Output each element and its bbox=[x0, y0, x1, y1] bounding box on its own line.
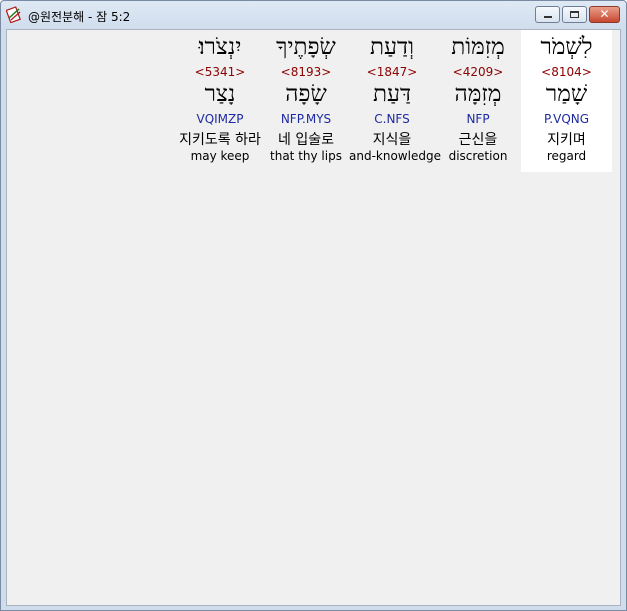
hebrew-lemma: שָׂפָה bbox=[285, 81, 327, 107]
maximize-button[interactable] bbox=[562, 6, 587, 23]
english-gloss: regard bbox=[546, 149, 587, 163]
korean-gloss: 네 입술로 bbox=[278, 132, 334, 148]
hebrew-word: יִנְצֹרוּ׃ bbox=[198, 34, 242, 60]
hebrew-word: מְזִמּוֹת bbox=[451, 34, 505, 60]
hebrew-word: וְדַעַת bbox=[370, 34, 414, 60]
application-window: @원전분해 - 잠 5:2 ✕ יִנְצֹרוּ׃ <5341> נָצַר … bbox=[0, 0, 627, 611]
morphology-code: NFP bbox=[466, 112, 490, 126]
hebrew-lemma: נָצַר bbox=[204, 81, 236, 107]
morphology-code: P.VQNG bbox=[543, 112, 590, 126]
window-title: @원전분해 - 잠 5:2 bbox=[28, 10, 131, 24]
hebrew-word: שְׂפָתֶיךָ bbox=[276, 34, 336, 60]
korean-gloss: 지키도록 하라 bbox=[179, 132, 261, 148]
hebrew-lemma: דַּעַת bbox=[372, 81, 412, 107]
korean-gloss: 근신을 bbox=[458, 132, 498, 148]
strong-number[interactable]: <5341> bbox=[177, 65, 263, 79]
morphology-code: NFP.MYS bbox=[280, 112, 332, 126]
hebrew-word: לִשְׁמֹר bbox=[540, 34, 593, 60]
strong-number[interactable]: <4209> bbox=[435, 65, 521, 79]
minimize-icon bbox=[544, 16, 552, 18]
hebrew-lemma: מְזִמָּה bbox=[454, 81, 502, 107]
close-icon: ✕ bbox=[599, 7, 610, 21]
window-controls: ✕ bbox=[535, 6, 620, 24]
english-gloss: and-knowledge bbox=[349, 149, 441, 163]
close-button[interactable]: ✕ bbox=[589, 6, 620, 23]
word-column-selected[interactable]: לִשְׁמֹר <8104> שָׁמַר P.VQNG 지키며 regard bbox=[521, 30, 612, 172]
strong-number[interactable]: <1847> bbox=[349, 65, 435, 79]
strong-number[interactable]: <8104> bbox=[521, 65, 612, 79]
bible-tool-icon[interactable] bbox=[6, 6, 23, 23]
word-column[interactable]: מְזִמּוֹת <4209> מְזִמָּה NFP 근신을 discre… bbox=[435, 30, 521, 172]
morphology-code: VQIMZP bbox=[196, 112, 244, 126]
maximize-icon bbox=[570, 11, 579, 18]
english-gloss: discretion bbox=[448, 149, 508, 163]
minimize-button[interactable] bbox=[535, 6, 560, 23]
english-gloss: that thy lips bbox=[270, 149, 342, 163]
korean-gloss: 지식을 bbox=[372, 132, 412, 148]
title-bar[interactable]: @원전분해 - 잠 5:2 ✕ bbox=[1, 1, 626, 29]
word-column[interactable]: יִנְצֹרוּ׃ <5341> נָצַר VQIMZP 지키도록 하라 m… bbox=[177, 30, 263, 172]
word-analysis-row: יִנְצֹרוּ׃ <5341> נָצַר VQIMZP 지키도록 하라 m… bbox=[177, 30, 612, 172]
analysis-pane[interactable]: יִנְצֹרוּ׃ <5341> נָצַר VQIMZP 지키도록 하라 m… bbox=[6, 29, 621, 606]
word-column[interactable]: שְׂפָתֶיךָ <8193> שָׂפָה NFP.MYS 네 입술로 t… bbox=[263, 30, 349, 172]
hebrew-lemma: שָׁמַר bbox=[545, 81, 588, 107]
word-column[interactable]: וְדַעַת <1847> דַּעַת C.NFS 지식을 and-know… bbox=[349, 30, 441, 172]
english-gloss: may keep bbox=[190, 149, 250, 163]
morphology-code: C.NFS bbox=[374, 112, 410, 126]
strong-number[interactable]: <8193> bbox=[263, 65, 349, 79]
korean-gloss: 지키며 bbox=[547, 132, 586, 148]
